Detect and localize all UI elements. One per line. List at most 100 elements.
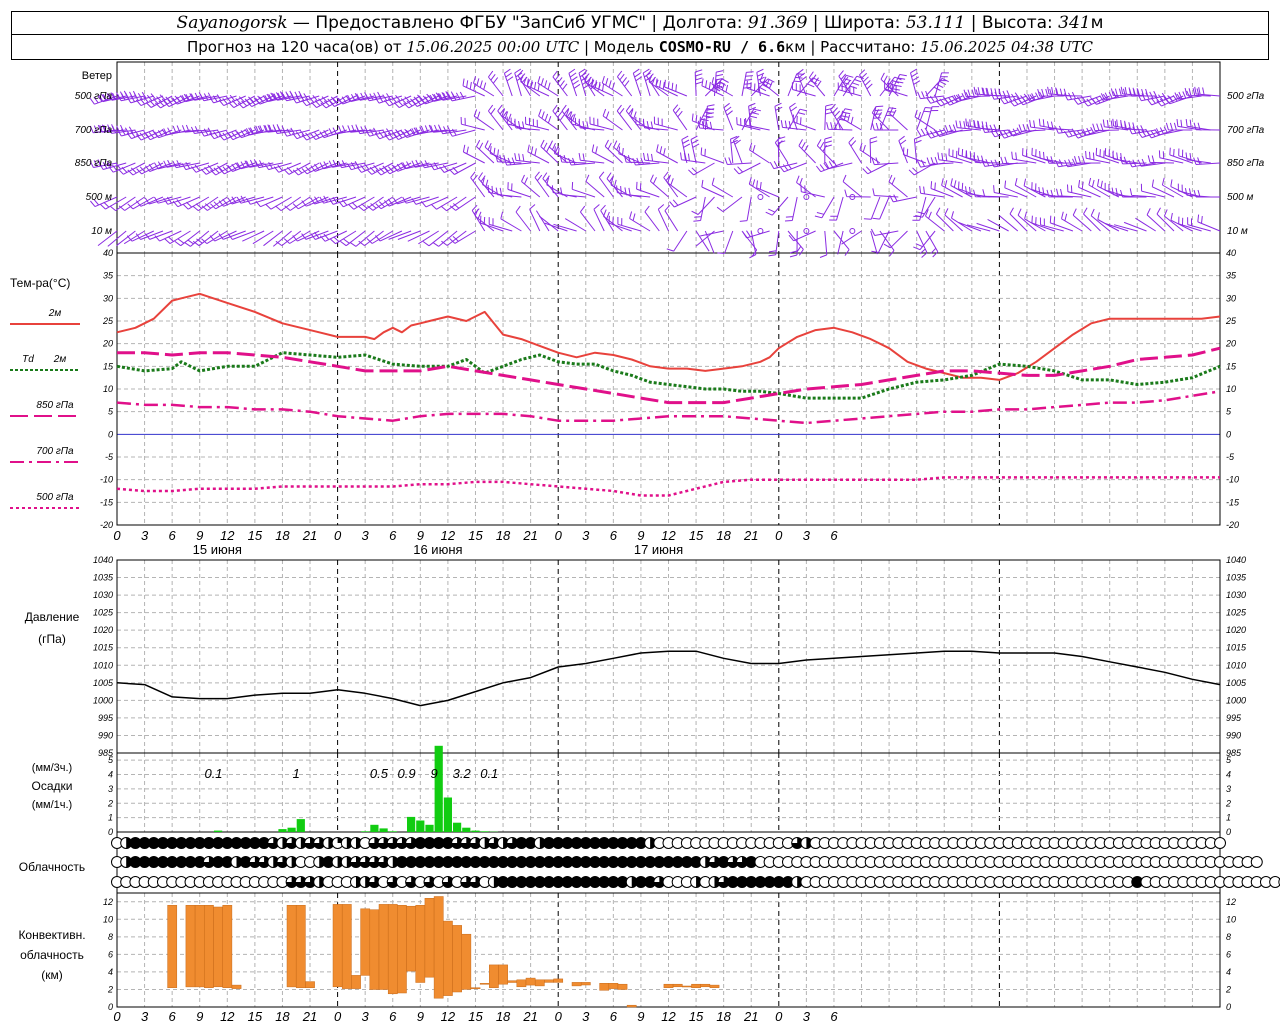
wind-barb (487, 104, 504, 131)
convective-bar (406, 905, 416, 972)
precip-bar (425, 824, 434, 832)
y-tick-label: 4 (108, 770, 113, 780)
precip-panel-title: Осадки (32, 779, 73, 793)
x-tick-label: 15 (468, 528, 483, 543)
wind-barb (925, 209, 945, 232)
wind-barb (688, 162, 715, 176)
y-tick-label: 1005 (1226, 678, 1247, 688)
precip-bar (453, 822, 462, 832)
wind-barb (552, 70, 568, 97)
convective-bar (525, 977, 536, 986)
wind-barb (1039, 217, 1064, 232)
y-tick-label: -15 (100, 497, 114, 507)
y-tick-label: 995 (98, 713, 114, 723)
conv-panel-title: Конвективн. (18, 928, 85, 942)
y-tick-label: 1030 (93, 590, 113, 600)
wind-barb (723, 102, 734, 131)
x-tick-label: 6 (389, 1009, 397, 1024)
y-tick-label: 35 (1226, 271, 1237, 281)
wind-barb (690, 135, 700, 164)
pressure-panel-title: Давление (25, 610, 80, 624)
wind-barb (816, 162, 844, 173)
x-tick-label: 9 (417, 528, 424, 543)
x-tick-label: 15 (689, 1009, 704, 1024)
y-tick-label: 35 (103, 271, 114, 281)
calm-wind-circle (757, 194, 764, 200)
x-tick-label: 6 (830, 528, 838, 543)
y-tick-label: 4 (108, 967, 113, 977)
precip-bar (407, 816, 416, 832)
x-tick-label: 6 (610, 1009, 618, 1024)
wind-level-label: 10 м (1227, 226, 1248, 237)
wind-barb (643, 152, 669, 164)
cloud-panel-title: Облачность (19, 860, 85, 874)
wind-barb (568, 68, 581, 97)
x-tick-label: 12 (441, 528, 456, 543)
wind-barb (407, 230, 430, 242)
y-tick-label: 1040 (1226, 555, 1246, 565)
precip-bar (388, 831, 397, 832)
wind-barb (418, 230, 439, 245)
convective-bar (194, 905, 205, 988)
x-tick-label: 3 (362, 528, 370, 543)
y-tick-label: 990 (98, 730, 113, 740)
convective-bar (351, 975, 361, 989)
y-tick-label: -20 (1226, 520, 1239, 530)
y-tick-label: 4 (1226, 770, 1231, 780)
y-tick-label: 12 (1226, 897, 1236, 907)
wind-barb (666, 230, 688, 252)
wind-barb (733, 162, 761, 175)
convective-bar (341, 904, 352, 989)
wind-barb (655, 78, 678, 97)
precip-3h-total: 3.2 (453, 766, 472, 781)
wind-barb (1067, 184, 1092, 198)
y-tick-label: 1025 (1226, 608, 1247, 618)
y-tick-label: -15 (1226, 497, 1240, 507)
y-tick-label: 0 (1226, 1002, 1231, 1012)
x-tick-label: 12 (220, 1009, 235, 1024)
legend-t850-label: 850 гПа (36, 400, 74, 411)
x-tick-label: 12 (220, 528, 235, 543)
precip-3h-total: 9 (430, 766, 437, 781)
wind-barb (514, 153, 540, 164)
x-tick-label: 12 (441, 1009, 456, 1024)
day-label: 17 июня (634, 542, 683, 557)
wind-barb (616, 70, 633, 97)
y-tick-label: -5 (1226, 452, 1235, 462)
x-tick-label: 6 (389, 528, 397, 543)
x-tick-label: 21 (302, 1009, 317, 1024)
wind-barb (487, 70, 504, 97)
y-tick-label: 10 (1226, 384, 1236, 394)
precip-3h-total: 0.1 (204, 766, 222, 781)
wind-barb (1014, 177, 1037, 198)
wind-barb (473, 76, 495, 97)
wind-barb (694, 69, 703, 97)
wind-barb (515, 205, 531, 232)
x-tick-label: 0 (775, 528, 783, 543)
convective-bar (222, 905, 233, 988)
convective-bar (332, 904, 343, 988)
convective-bar (443, 920, 453, 996)
y-tick-label: 1 (108, 813, 113, 823)
wind-barb (672, 104, 688, 131)
y-tick-label: 40 (1226, 248, 1236, 258)
wind-barb (571, 181, 596, 198)
y-tick-label: -10 (1226, 475, 1239, 485)
precip-3h-total: 0.5 (370, 766, 389, 781)
legend-t700-label: 700 гПа (36, 446, 74, 457)
wind-barb (578, 153, 605, 164)
wind-barb (644, 205, 660, 232)
y-tick-label: 15 (103, 361, 114, 371)
cloud-symbol (1214, 837, 1226, 849)
wind-barb (1097, 178, 1120, 198)
convective-bar (691, 983, 701, 988)
wind-barb (768, 230, 780, 257)
wind-barb (898, 135, 908, 164)
wind-barb (829, 196, 844, 221)
y-tick-label: 1035 (1226, 573, 1247, 583)
convective-bar (580, 982, 591, 986)
y-tick-label: 1010 (93, 660, 113, 670)
x-tick-label: 3 (362, 1009, 370, 1024)
x-tick-label: 0 (775, 1009, 783, 1024)
wind-barb (585, 174, 605, 198)
